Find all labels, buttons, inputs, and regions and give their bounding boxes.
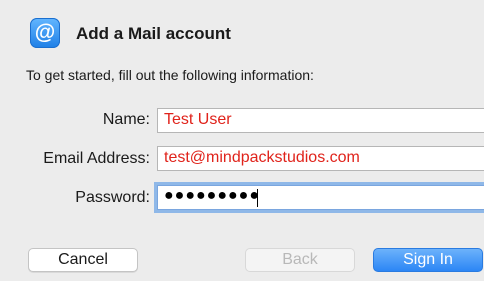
password-field[interactable]: ●●●●●●●●● bbox=[157, 185, 486, 210]
text-caret bbox=[257, 189, 258, 207]
email-field[interactable]: test@mindpackstudios.com bbox=[157, 146, 486, 171]
name-label: Name: bbox=[102, 111, 150, 128]
add-mail-account-dialog: @ Add a Mail account To get started, fil… bbox=[0, 0, 490, 281]
email-field-value: test@mindpackstudios.com bbox=[164, 149, 360, 166]
name-field[interactable]: Test User bbox=[157, 108, 486, 133]
password-label: Password: bbox=[75, 189, 150, 206]
dialog-header: @ Add a Mail account bbox=[0, 0, 484, 60]
at-sign-icon: @ bbox=[30, 18, 60, 48]
dialog-title: Add a Mail account bbox=[76, 24, 231, 43]
intro-text: To get started, fill out the following i… bbox=[26, 67, 314, 83]
sign-in-button[interactable]: Sign In bbox=[373, 248, 483, 272]
window-edge bbox=[484, 0, 490, 281]
cancel-button[interactable]: Cancel bbox=[28, 248, 138, 272]
back-button[interactable]: Back bbox=[245, 248, 355, 272]
name-field-value: Test User bbox=[164, 111, 232, 128]
password-field-value: ●●●●●●●●● bbox=[164, 187, 260, 204]
email-label: Email Address: bbox=[43, 150, 150, 167]
